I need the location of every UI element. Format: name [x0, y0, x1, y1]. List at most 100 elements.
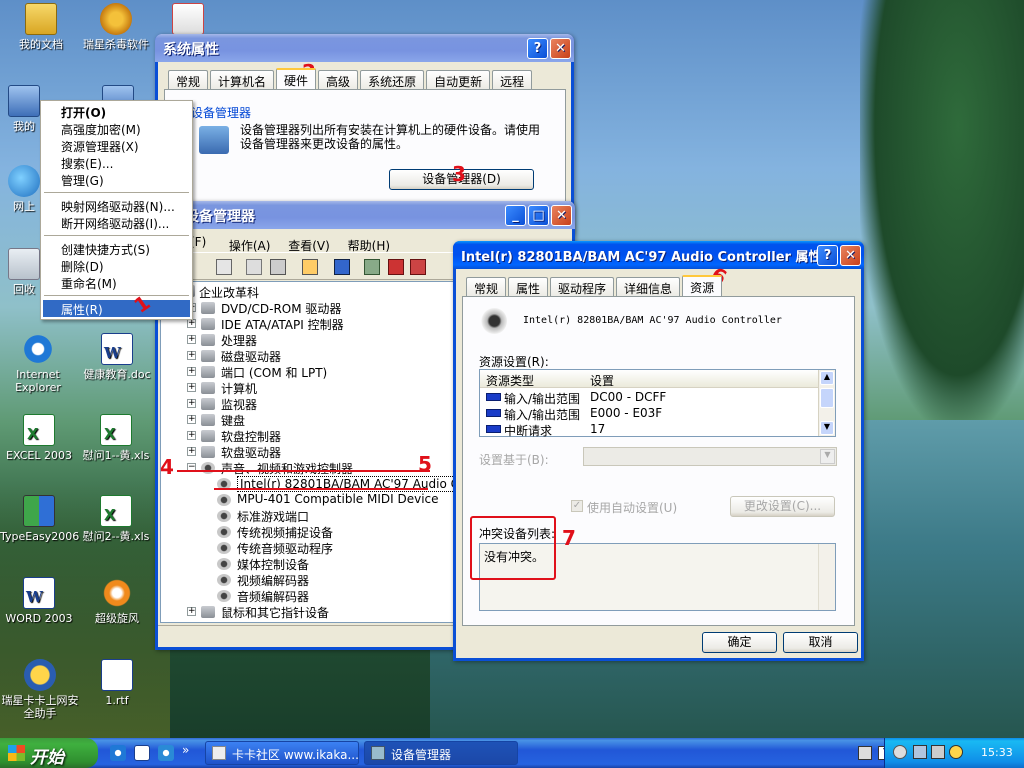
desktop-icon-xls-2[interactable]: 慰问2--黄.xls — [76, 495, 156, 543]
menu-view[interactable]: 查看(V) — [288, 239, 330, 253]
cancel-button[interactable]: 取消 — [783, 632, 858, 653]
menu-delete[interactable]: 删除(D) — [43, 257, 190, 274]
desktop-icon-ie[interactable]: Internet Explorer — [0, 333, 76, 394]
menu-help[interactable]: 帮助(H) — [348, 239, 390, 253]
desktop-icon-xls-1[interactable]: 慰问1--黄.xls — [76, 414, 156, 462]
menu-rename[interactable]: 重命名(M) — [43, 274, 190, 291]
menu-map-drive[interactable]: 映射网络驱动器(N)... — [43, 197, 190, 214]
view-icon[interactable] — [246, 259, 262, 275]
expand-icon[interactable]: + — [187, 399, 196, 408]
col-setting[interactable]: 设置 — [590, 372, 614, 389]
quicklaunch-word-icon[interactable] — [134, 745, 150, 761]
col-type[interactable]: 资源类型 — [486, 372, 534, 389]
menu-disconnect-drive[interactable]: 断开网络驱动器(I)... — [43, 214, 190, 231]
tab-hardware[interactable]: 硬件 — [276, 68, 317, 89]
tree-item-label: 端口 (COM 和 LPT) — [221, 366, 328, 380]
desktop-icon-file[interactable] — [168, 3, 208, 38]
tree-item-label: 计算机 — [221, 382, 258, 396]
menu-manage[interactable]: 管理(G) — [43, 171, 190, 188]
update-driver-icon[interactable] — [364, 259, 380, 275]
tab-general[interactable]: 常规 — [168, 70, 209, 89]
help-icon[interactable] — [302, 259, 318, 275]
expand-icon[interactable]: + — [187, 431, 196, 440]
quicklaunch-more-icon[interactable]: » — [182, 743, 189, 757]
volume-icon[interactable] — [931, 745, 945, 759]
recycle-bin-icon — [8, 248, 40, 280]
expand-icon[interactable]: + — [187, 351, 196, 360]
minimize-button[interactable]: _ — [505, 205, 526, 226]
desktop-icon-kaka-assistant[interactable]: 瑞星卡卡上网安全助手 — [0, 659, 82, 720]
start-button[interactable]: 开始 — [0, 738, 98, 768]
expand-icon[interactable]: + — [187, 447, 196, 456]
desktop-icon-super-whirlwind[interactable]: 超级旋风 — [76, 577, 158, 625]
close-button[interactable]: ✕ — [550, 38, 571, 59]
expand-icon[interactable]: + — [187, 415, 196, 424]
expand-icon[interactable]: + — [187, 335, 196, 344]
desktop-icon-excel[interactable]: EXCEL 2003 — [0, 414, 78, 462]
tab-properties[interactable]: 属性 — [508, 277, 549, 296]
close-button[interactable]: ✕ — [551, 205, 572, 226]
setting-based-on-select[interactable]: ▼ — [583, 447, 837, 466]
tab-advanced[interactable]: 高级 — [318, 70, 359, 89]
tab-general[interactable]: 常规 — [466, 277, 507, 296]
rising-tray-icon[interactable] — [949, 745, 963, 759]
quicklaunch-ie-icon[interactable] — [110, 745, 126, 761]
desktop-icon-rising-antivirus[interactable]: 瑞星杀毒软件 — [75, 3, 157, 51]
resource-row[interactable]: 输入/输出范围 DC00 - DCFF — [480, 389, 820, 406]
menu-action[interactable]: 操作(A) — [229, 239, 271, 253]
scroll-down-arrow[interactable]: ▼ — [820, 421, 834, 435]
network-icon[interactable] — [913, 745, 927, 759]
resource-row[interactable]: 输入/输出范围 E000 - E03F — [480, 405, 820, 422]
desktop-icon-rtf[interactable]: 1.rtf — [76, 659, 158, 707]
scan-hardware-icon[interactable] — [334, 259, 350, 275]
help-button[interactable]: ? — [817, 245, 838, 266]
expand-icon[interactable]: + — [187, 383, 196, 392]
expand-icon[interactable]: + — [187, 607, 196, 616]
keyboard-icon[interactable] — [858, 746, 872, 760]
tab-details[interactable]: 详细信息 — [616, 277, 681, 296]
scrollbar[interactable]: ▲ ▼ — [818, 370, 835, 436]
help-button[interactable]: ? — [527, 38, 548, 59]
scroll-up-arrow[interactable]: ▲ — [820, 371, 834, 385]
device-category-icon — [201, 430, 215, 442]
desktop-icon-my-documents[interactable]: 我的文档 — [0, 3, 82, 51]
menu-encrypt[interactable]: 高强度加密(M) — [43, 120, 190, 137]
menu-explorer[interactable]: 资源管理器(X) — [43, 137, 190, 154]
menu-create-shortcut[interactable]: 创建快捷方式(S) — [43, 240, 190, 257]
change-setting-button[interactable]: 更改设置(C)... — [730, 496, 835, 517]
properties-icon[interactable] — [216, 259, 232, 275]
close-button[interactable]: ✕ — [840, 245, 861, 266]
resource-row[interactable]: 中断请求 17 — [480, 421, 820, 438]
wallpaper-tree — [860, 0, 1024, 420]
menu-properties[interactable]: 属性(R) — [43, 300, 190, 317]
chevron-down-icon[interactable]: ▼ — [820, 449, 835, 464]
tree-item-label: 音频编解码器 — [237, 590, 310, 604]
taskbar-task-device-manager[interactable]: 设备管理器 — [364, 741, 518, 765]
quicklaunch-browser-icon[interactable] — [158, 745, 174, 761]
use-auto-checkbox[interactable]: ✓ — [571, 500, 583, 512]
disable-icon[interactable] — [410, 259, 426, 275]
scrollbar[interactable] — [818, 544, 835, 610]
taskbar-task-kaka[interactable]: 卡卡社区 www.ikaka.... — [205, 741, 359, 765]
device-manager-icon — [371, 746, 385, 760]
desktop-icon-health-doc[interactable]: 健康教育.doc — [76, 333, 158, 381]
menu-search[interactable]: 搜索(E)... — [43, 154, 190, 171]
tab-computer-name[interactable]: 计算机名 — [210, 70, 275, 89]
tab-resources[interactable]: 资源 — [682, 275, 723, 296]
print-icon[interactable] — [270, 259, 286, 275]
maximize-button[interactable]: □ — [528, 205, 549, 226]
expand-icon[interactable]: + — [187, 367, 196, 376]
tab-driver[interactable]: 驱动程序 — [550, 277, 615, 296]
ok-button[interactable]: 确定 — [702, 632, 777, 653]
expand-icon[interactable]: + — [187, 319, 196, 328]
menu-open[interactable]: 打开(O) — [43, 103, 190, 120]
desktop-icon-word[interactable]: WORD 2003 — [0, 577, 78, 625]
tray-arrow-icon[interactable] — [893, 745, 907, 759]
whirlwind-icon — [101, 577, 133, 609]
tab-auto-update[interactable]: 自动更新 — [426, 70, 491, 89]
scroll-thumb[interactable] — [820, 388, 834, 408]
uninstall-icon[interactable] — [388, 259, 404, 275]
tab-remote[interactable]: 远程 — [492, 70, 533, 89]
desktop-icon-typeeasy[interactable]: TypeEasy2006 — [0, 495, 79, 543]
tab-system-restore[interactable]: 系统还原 — [360, 70, 425, 89]
